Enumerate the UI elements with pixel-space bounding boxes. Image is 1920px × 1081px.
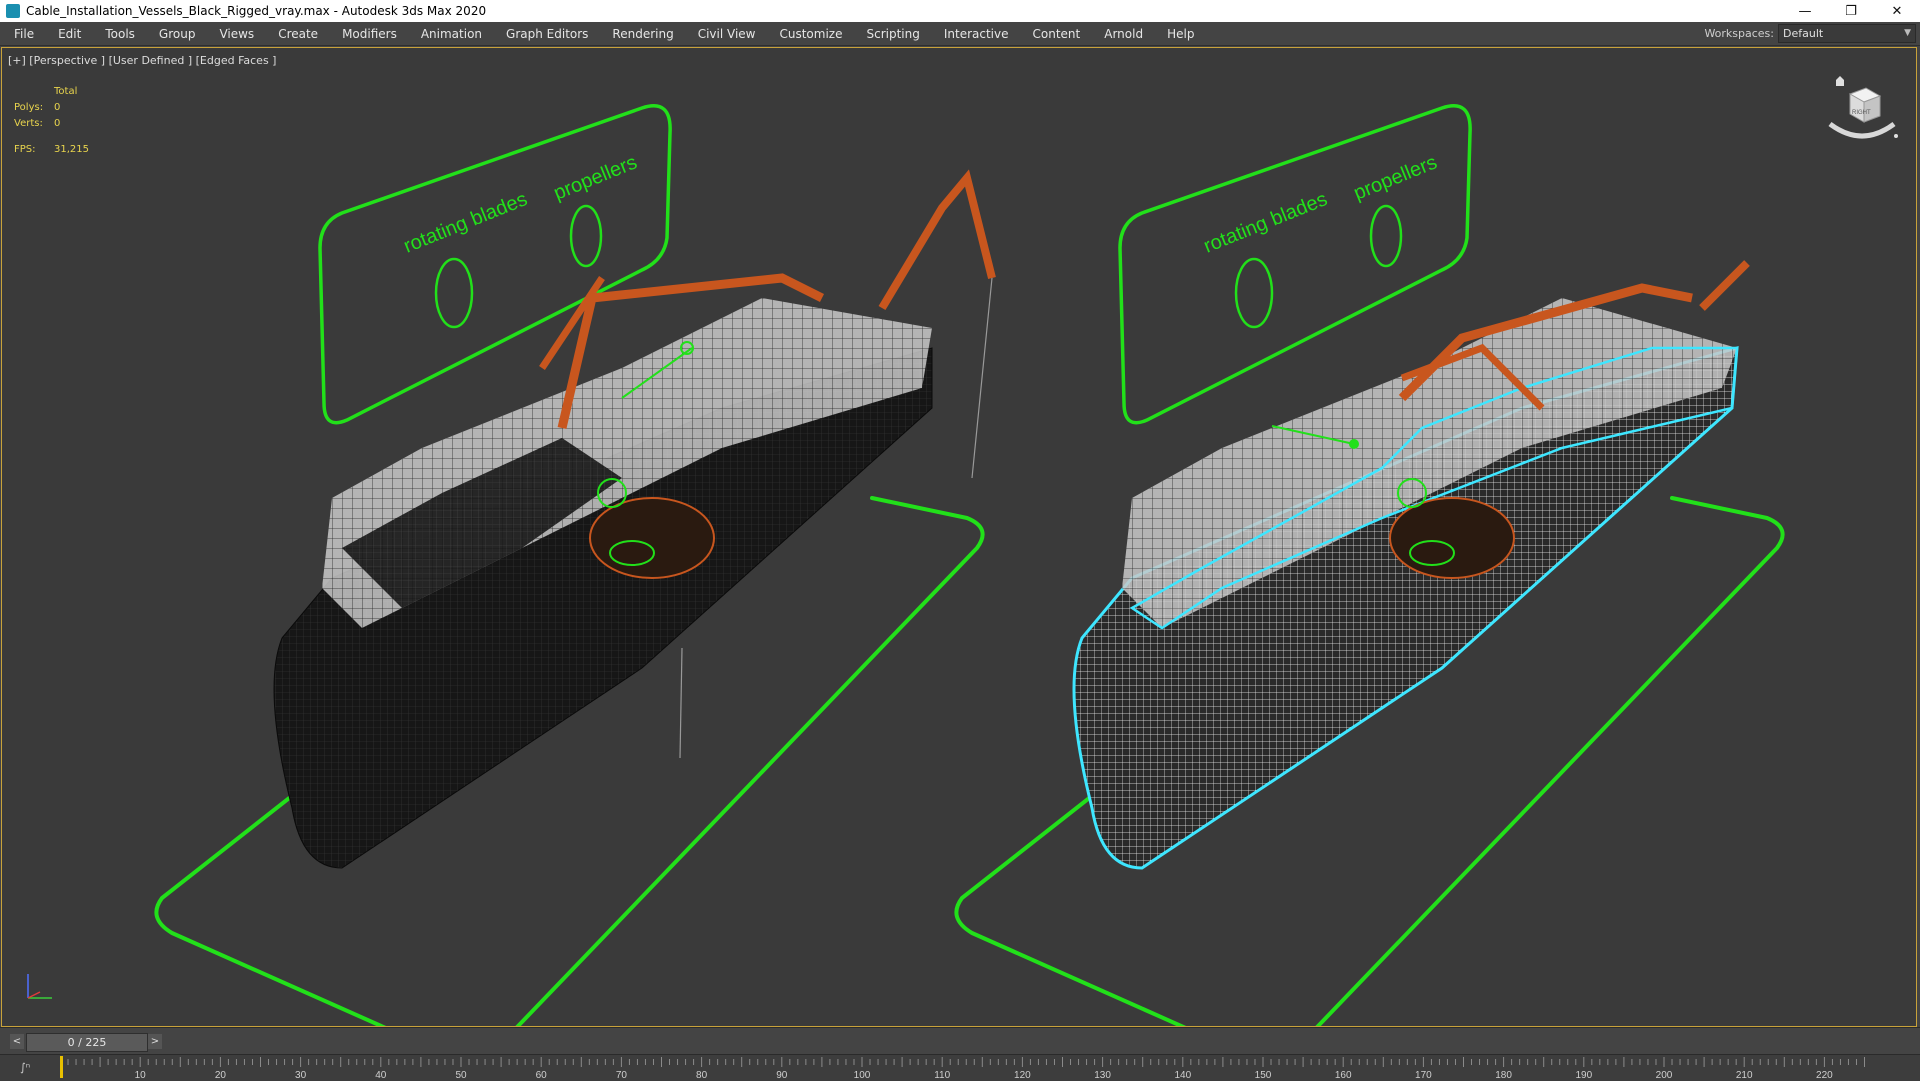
menu-scripting[interactable]: Scripting xyxy=(854,27,931,41)
menu-edit[interactable]: Edit xyxy=(46,27,93,41)
left-crane-aft[interactable] xyxy=(878,169,996,311)
workspace-label: Workspaces: xyxy=(1704,27,1774,40)
menu-customize[interactable]: Customize xyxy=(767,27,854,41)
ruler-tick-label: 100 xyxy=(854,1070,871,1081)
left-rotating-blades-label: rotating blades xyxy=(401,188,531,258)
ruler-tick-label: 60 xyxy=(536,1070,548,1081)
left-cable-carousel[interactable] xyxy=(589,497,715,579)
menu-create[interactable]: Create xyxy=(266,27,330,41)
menu-tools[interactable]: Tools xyxy=(93,27,147,41)
menu-graph-editors[interactable]: Graph Editors xyxy=(494,27,600,41)
menu-animation[interactable]: Animation xyxy=(409,27,494,41)
perspective-viewport[interactable]: [+] [Perspective ] [User Defined ] [Edge… xyxy=(1,47,1917,1027)
ruler-tick-label: 180 xyxy=(1495,1070,1512,1081)
menu-interactive[interactable]: Interactive xyxy=(932,27,1021,41)
ruler-tick-label: 170 xyxy=(1415,1070,1432,1081)
right-propellers-label: propellers xyxy=(1351,151,1441,204)
left-crane-fore[interactable] xyxy=(539,276,605,370)
ruler-tick-label: 80 xyxy=(696,1070,708,1081)
ruler-tick-label: 160 xyxy=(1335,1070,1352,1081)
menu-file[interactable]: File xyxy=(0,27,46,41)
window-title: Cable_Installation_Vessels_Black_Rigged_… xyxy=(26,4,487,18)
restore-icon[interactable]: ❐ xyxy=(1828,0,1874,22)
ruler-tick-label: 110 xyxy=(934,1070,950,1081)
ruler-tick-label: 220 xyxy=(1816,1070,1833,1081)
menu-arnold[interactable]: Arnold xyxy=(1092,27,1155,41)
ruler-tick-label: 210 xyxy=(1736,1070,1753,1081)
ruler-tick-label: 50 xyxy=(455,1070,467,1081)
track-bar[interactable]: ∫ⁿ 10 20 30 40 50 60 70 80 90 100 110 120 130 140 150 1… xyxy=(0,1054,1920,1081)
menu-help[interactable]: Help xyxy=(1155,27,1206,41)
ruler-tick-label: 190 xyxy=(1575,1070,1592,1081)
menu-group[interactable]: Group xyxy=(147,27,208,41)
curve-editor-icon[interactable]: ∫ⁿ xyxy=(20,1061,30,1074)
left-propellers-label: propellers xyxy=(551,151,641,204)
next-frame-button[interactable]: > xyxy=(148,1034,162,1049)
menu-bar: File Edit Tools Group Views Create Modif… xyxy=(0,22,1920,46)
right-rotate-icon[interactable] xyxy=(1234,257,1274,329)
menu-modifiers[interactable]: Modifiers xyxy=(330,27,409,41)
close-icon[interactable]: ✕ xyxy=(1874,0,1920,22)
ruler-tick-label: 150 xyxy=(1255,1070,1272,1081)
ruler-tick-label: 120 xyxy=(1014,1070,1031,1081)
right-ship-rig[interactable]: rotating blades propellers xyxy=(954,104,1785,1026)
chevron-down-icon: ▼ xyxy=(1904,28,1911,38)
previous-frame-button[interactable]: < xyxy=(10,1034,24,1049)
ruler-tick-label: 200 xyxy=(1656,1070,1673,1081)
menu-rendering[interactable]: Rendering xyxy=(600,27,685,41)
app-logo-icon xyxy=(6,4,20,18)
ruler-tick-label: 90 xyxy=(776,1070,788,1081)
right-rotating-blades-label: rotating blades xyxy=(1201,188,1331,258)
workspace-switcher: Workspaces: Default ▼ xyxy=(1704,22,1920,45)
workspace-dropdown[interactable]: Default ▼ xyxy=(1778,24,1916,43)
menu-civil-view[interactable]: Civil View xyxy=(686,27,768,41)
right-cable-carousel[interactable] xyxy=(1389,497,1515,579)
ruler-tick-label: 10 xyxy=(135,1070,147,1081)
frame-ruler[interactable]: 10 20 30 40 50 60 70 80 90 100 110 120 130 140 150 160 1… xyxy=(60,1055,1876,1081)
current-frame-marker[interactable] xyxy=(60,1056,63,1078)
right-propeller-icon[interactable] xyxy=(1369,204,1403,268)
menu-views[interactable]: Views xyxy=(207,27,266,41)
ruler-tick-label: 20 xyxy=(215,1070,227,1081)
menu-content[interactable]: Content xyxy=(1021,27,1093,41)
ruler-tick-label: 30 xyxy=(295,1070,307,1081)
time-slider[interactable]: < 0 / 225 > xyxy=(0,1027,1920,1055)
viewcube-navigation[interactable]: RIGHT xyxy=(1822,72,1902,152)
viewcube-face-label: RIGHT xyxy=(1852,110,1871,116)
time-slider-thumb[interactable]: 0 / 225 xyxy=(26,1033,148,1052)
minimize-icon[interactable]: — xyxy=(1782,0,1828,22)
axis-tripod-icon xyxy=(27,974,52,999)
left-ship-rig[interactable]: rotating blades propellers xyxy=(154,104,996,1026)
right-crane-aft[interactable] xyxy=(1699,260,1750,311)
workspace-value: Default xyxy=(1783,27,1824,40)
ruler-tick-label: 140 xyxy=(1174,1070,1191,1081)
ruler-tick-label: 40 xyxy=(375,1070,387,1081)
ruler-tick-label: 70 xyxy=(616,1070,628,1081)
scene-canvas[interactable]: rotating blades propellers rotating blad… xyxy=(2,48,1916,1026)
left-rotate-icon[interactable] xyxy=(434,257,474,329)
left-propeller-icon[interactable] xyxy=(569,204,603,268)
title-bar: Cable_Installation_Vessels_Black_Rigged_… xyxy=(0,0,1920,22)
ruler-tick-label: 130 xyxy=(1094,1070,1111,1081)
